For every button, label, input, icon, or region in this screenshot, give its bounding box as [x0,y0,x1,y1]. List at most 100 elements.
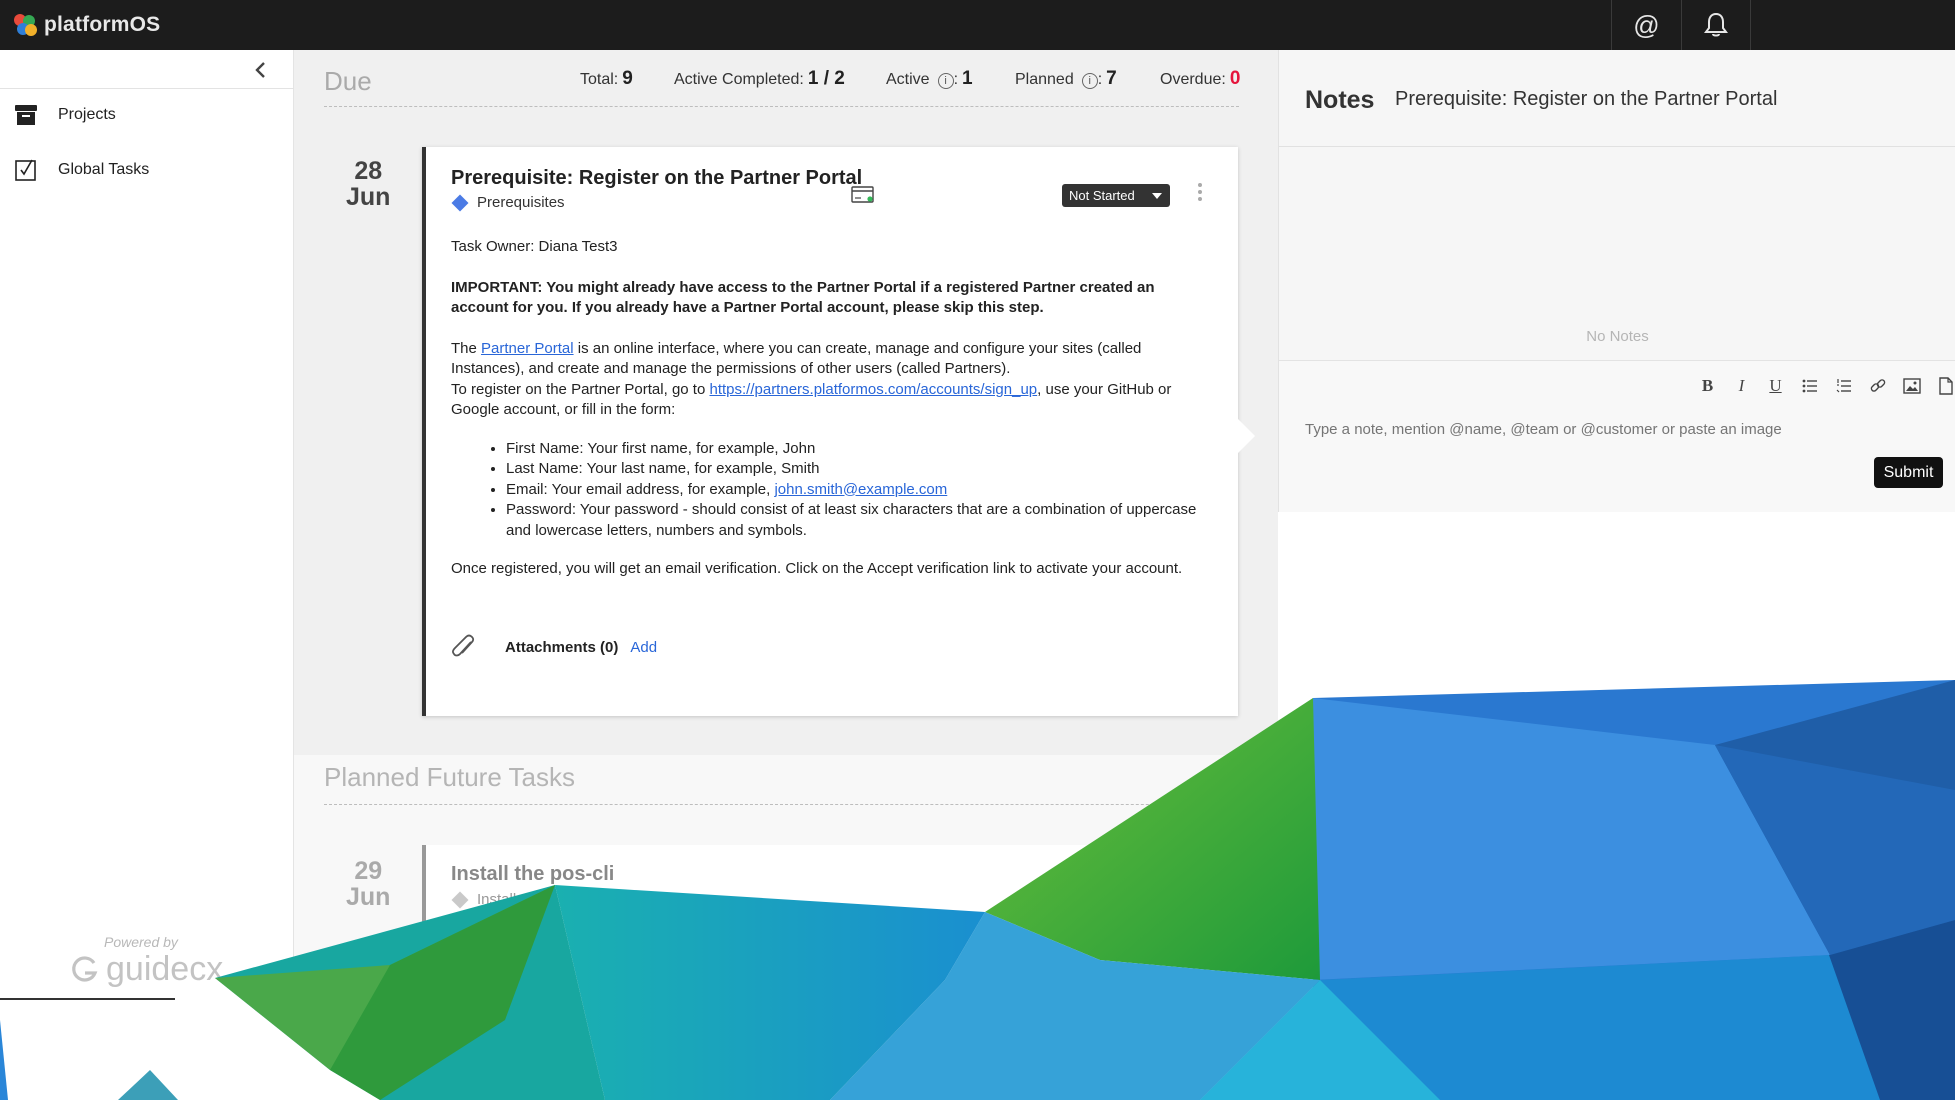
chevron-left-icon [255,62,265,78]
bold-button[interactable]: B [1697,375,1718,396]
caret-down-icon [1152,193,1162,199]
file-button[interactable] [1935,375,1955,396]
sidebar-item-label: Projects [58,106,116,123]
list-item: First Name: Your first name, for example… [506,439,1211,460]
notes-panel: Notes Prerequisite: Register on the Part… [1278,50,1955,512]
notes-title: Notes [1305,86,1375,114]
dot [1198,183,1202,187]
due-month: Jun [346,183,391,211]
stat-label: Total: [580,71,619,88]
list-item: Last Name: Your last name, for example, … [506,459,1211,480]
section-title-due: Due [324,66,372,96]
list-item: Email: Your email address, for example, … [506,480,1211,501]
stat-value: 1 [962,68,973,89]
task-due-date: 29 Jun [346,858,390,910]
stat-active-completed: Active Completed: 1 / 2 [674,68,845,90]
logo-mark-icon [12,12,38,38]
add-attachment-link[interactable]: Add [630,639,657,656]
task-title[interactable]: Install the pos-cli [451,863,614,886]
note-editor: B I U Submit [1279,360,1955,512]
italic-button[interactable]: I [1731,375,1752,396]
sidebar-item-global-tasks[interactable]: Global Tasks [14,158,149,182]
task-card[interactable]: Prerequisite: Register on the Partner Po… [422,147,1238,716]
status-dropdown[interactable]: Not Started [1062,184,1170,207]
important-note: IMPORTANT: You might already have access… [451,278,1155,317]
customer-visible-button[interactable] [851,185,875,210]
task-description: Task Owner: Diana Test3 IMPORTANT: You m… [451,237,1211,600]
guidecx-brand: guidecx [106,950,224,988]
task-title[interactable]: Prerequisite: Register on the Partner Po… [451,167,862,190]
partner-portal-link[interactable]: Partner Portal [481,340,574,357]
task-due-date: 28 Jun [346,158,390,210]
notes-header: Notes Prerequisite: Register on the Part… [1279,50,1955,147]
mentions-button[interactable]: @ [1611,0,1681,50]
editor-toolbar: B I U [1697,375,1955,396]
due-month: Jun [346,883,391,911]
stat-planned: Planned i:7 [1015,68,1117,90]
paperclip-icon [452,634,475,657]
diamond-icon [451,194,469,211]
stat-label: Overdue: [1160,71,1226,88]
due-day: 28 [354,157,383,185]
stat-total: Total: 9 [580,68,633,90]
powered-by-guidecx: Powered by guidecx [70,934,230,989]
numbered-list-button[interactable] [1833,375,1854,396]
stat-overdue: Overdue: 0 [1160,68,1240,90]
guidecx-logo: guidecx [70,950,230,989]
category-label: Installatio [477,891,541,908]
more-options-button[interactable] [1196,183,1204,201]
attachments-label: Attachments (0) [505,638,619,656]
powered-by-text: Powered by [104,934,178,950]
info-icon[interactable]: i [937,73,954,89]
file-icon [1938,376,1953,395]
register-text: To register on the Partner Portal, go to [451,380,710,398]
stat-value: 0 [1229,68,1241,89]
stat-value: 9 [622,68,633,89]
stat-label: Planned [1015,71,1074,88]
sidebar: Projects Global Tasks Powered by guidecx [0,50,294,1000]
stat-separator: : [953,71,959,88]
register-paragraph: To register on the Partner Portal, go to… [451,380,1211,421]
bell-icon [1704,12,1728,37]
sign-up-link[interactable]: https://partners.platformos.com/accounts… [709,381,1037,398]
diamond-icon [451,891,469,908]
image-icon [1902,377,1921,394]
at-icon: @ [1633,9,1660,40]
underline-button[interactable]: U [1765,375,1786,396]
example-email-link[interactable]: john.smith@example.com [774,481,947,498]
guidecx-mark-icon [72,955,98,982]
app-logo[interactable]: platformOS [12,12,160,38]
sidebar-item-label: Global Tasks [58,161,150,178]
image-button[interactable] [1901,375,1922,396]
task-card[interactable]: Install the pos-cli Installatio Task Own [422,845,1238,1005]
info-icon[interactable]: i [1081,73,1098,89]
intro-paragraph: The Partner Portal is an online interfac… [451,339,1211,380]
submit-note-button[interactable]: Submit [1874,457,1943,488]
status-value: Not Started [1069,188,1135,203]
link-button[interactable] [1867,375,1888,396]
checkbox-icon [15,159,36,181]
top-bar: platformOS @ [0,0,1955,50]
archive-box-icon [15,105,37,125]
numbered-list-icon [1836,378,1851,392]
task-category: Installatio [451,891,540,908]
link-icon [1870,378,1885,392]
notes-pointer [1233,414,1255,458]
note-input[interactable] [1305,421,1905,438]
stat-value: 7 [1106,68,1117,89]
empty-notes-message: No Notes [1586,328,1649,345]
task-owner: Task Own [451,937,517,954]
sidebar-item-projects[interactable]: Projects [14,103,116,127]
collapse-sidebar-button[interactable] [248,58,272,82]
outro-paragraph: Once registered, you will get an email v… [451,560,1183,577]
stat-active: Active i:1 [886,68,973,90]
intro-text: The [451,339,482,357]
email-text: Email: Your email address, for example, [506,480,775,498]
category-label: Prerequisites [477,194,565,211]
bulleted-list-button[interactable] [1799,375,1820,396]
notifications-button[interactable] [1681,0,1751,50]
section-divider [324,804,1239,805]
section-divider [324,106,1239,107]
bulleted-list-icon [1802,379,1817,392]
stat-separator: : [1097,71,1103,88]
